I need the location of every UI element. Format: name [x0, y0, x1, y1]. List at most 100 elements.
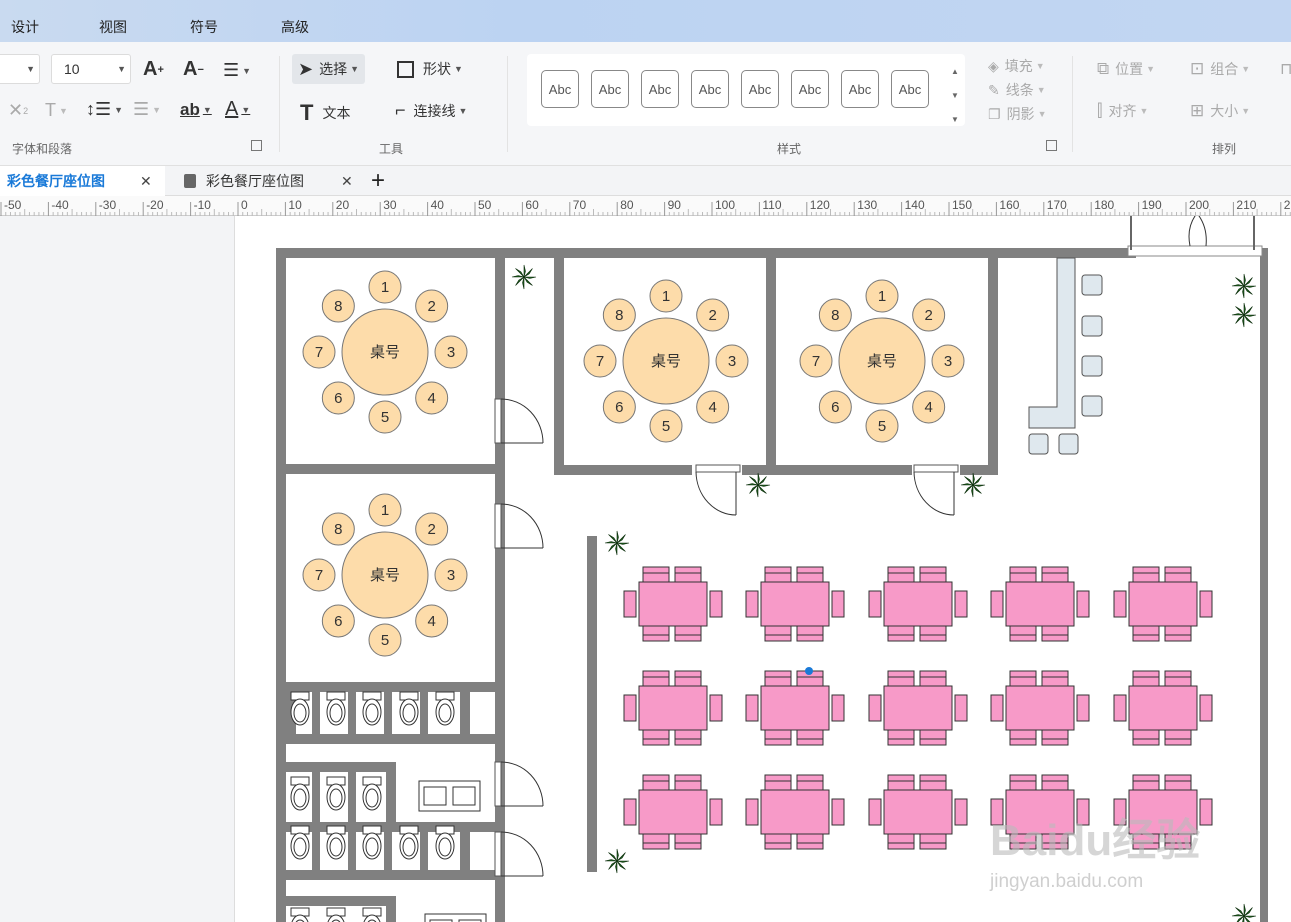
chair: [1076, 694, 1090, 722]
text-style-icon[interactable]: T ▼: [45, 100, 68, 121]
toilet-icon: [290, 691, 310, 726]
wall: [988, 258, 998, 475]
ruler-label: 120: [810, 198, 830, 212]
document-tab[interactable]: 彩色餐厅座位图 ✕: [170, 166, 365, 196]
menu-advanced[interactable]: 高级: [281, 17, 309, 37]
plant-leaf: [1242, 285, 1245, 299]
seat-number: 4: [427, 390, 435, 407]
chair: [1132, 566, 1160, 584]
font-family-select[interactable]: ▼: [0, 54, 40, 84]
table-top: [883, 789, 953, 835]
chair: [1009, 728, 1037, 746]
style-swatch[interactable]: Abc: [541, 70, 579, 108]
style-swatch[interactable]: Abc: [691, 70, 729, 108]
font-size-value: 10: [64, 61, 80, 77]
chair: [764, 832, 792, 850]
plant-leaf: [615, 542, 618, 556]
table-label: 桌号: [370, 344, 400, 361]
seat-number: 7: [315, 567, 323, 584]
toilet-seat: [402, 837, 416, 857]
size-button[interactable]: ⊞ 大小 ▼: [1190, 101, 1250, 121]
group-label-styles: 样式: [777, 142, 802, 156]
font-size-select[interactable]: 10 ▼: [51, 54, 131, 84]
ruler-label: 200: [1189, 198, 1209, 212]
plant-leaf: [522, 276, 525, 290]
subscript-icon[interactable]: ✕ 2: [8, 100, 28, 121]
align-text-icon[interactable]: ☰ ▼: [223, 60, 251, 81]
style-swatch[interactable]: Abc: [841, 70, 879, 108]
style-swatch[interactable]: Abc: [891, 70, 929, 108]
text-tool-icon: T: [300, 100, 314, 125]
line-button[interactable]: ✎ 线条 ▼: [988, 80, 1046, 100]
plant-leaf: [1243, 273, 1246, 287]
style-swatch[interactable]: Abc: [791, 70, 829, 108]
font-shrink-icon[interactable]: A −: [183, 58, 204, 81]
align-button[interactable]: ⫿ 对齐 ▼: [1097, 101, 1148, 121]
style-swatch[interactable]: Abc: [641, 70, 679, 108]
lock-icon[interactable]: ⊓: [1280, 59, 1291, 79]
toilet-seat: [402, 703, 416, 723]
toilet-icon: [362, 691, 382, 726]
table-label: 桌号: [370, 567, 400, 584]
style-swatch[interactable]: Abc: [591, 70, 629, 108]
chair: [1009, 670, 1037, 688]
font-color-icon[interactable]: A ▼: [225, 98, 250, 121]
ruler-label: 130: [857, 198, 877, 212]
chair: [745, 590, 759, 618]
wall: [420, 691, 428, 735]
group-divider: [1072, 56, 1073, 152]
toilet-seat: [438, 703, 452, 723]
table-top: [883, 581, 953, 627]
highlight-icon[interactable]: ab ▼: [180, 100, 212, 120]
shadow-button[interactable]: ❐ 阴影 ▼: [988, 104, 1046, 124]
line-spacing-icon[interactable]: ↕☰ ▼: [86, 99, 123, 120]
font-grow-icon[interactable]: A +: [143, 58, 164, 81]
toilet-icon: [399, 825, 419, 860]
plant-icon: [960, 472, 986, 498]
menu-view[interactable]: 视图: [99, 17, 127, 37]
text-tool-button[interactable]: T 文本: [300, 100, 350, 126]
chair: [642, 728, 670, 746]
ruler-label: 150: [952, 198, 972, 212]
chair: [1009, 774, 1037, 792]
round-table: 桌号 1 2 3 4 5 6 7 8: [302, 270, 468, 434]
plant-leaf: [616, 860, 630, 863]
chair: [990, 590, 1004, 618]
group-button[interactable]: ⊡ 组合 ▼: [1190, 59, 1250, 79]
position-button[interactable]: ⧉ 位置 ▼: [1097, 59, 1155, 79]
plant-leaf: [1243, 314, 1257, 317]
drawing-canvas[interactable]: 桌号 1 2 3 4 5 6 7 8 桌号 1 2 3 4 5 6 7 8 桌号 1 2 3 4 5 6 7 8 桌号 1 2 3 4 5 6 7 8…: [235, 216, 1291, 922]
connector-tool-button[interactable]: ⌐ 连接线 ▼: [395, 100, 467, 121]
plant-icon: [745, 472, 771, 498]
close-icon[interactable]: ✕: [140, 173, 152, 190]
dialog-launcher-icon[interactable]: [251, 140, 262, 151]
left-pane: [0, 216, 235, 922]
gallery-scroll[interactable]: ▲ ▼ ▼: [951, 60, 959, 132]
close-icon[interactable]: ✕: [341, 173, 353, 190]
style-gallery: Abc Abc Abc Abc Abc Abc Abc Abc ▲ ▼ ▼: [527, 54, 965, 126]
shape-tool-button[interactable]: 形状 ▼: [397, 59, 463, 79]
document-tab[interactable]: 彩色餐厅座位图 ✕: [0, 166, 165, 196]
style-swatch[interactable]: Abc: [741, 70, 779, 108]
door-frame: [695, 464, 741, 473]
ruler-label: 160: [999, 198, 1019, 212]
wall: [276, 248, 286, 922]
menu-design[interactable]: 设计: [11, 17, 39, 37]
table-label: 桌号: [867, 353, 897, 370]
fill-button[interactable]: ◈ 填充 ▼: [988, 56, 1045, 76]
ruler-label: 60: [525, 198, 539, 212]
seat-number: 4: [708, 399, 716, 416]
dialog-launcher-icon[interactable]: [1046, 140, 1057, 151]
ruler-label: -30: [99, 198, 117, 212]
seat-number: 3: [447, 344, 455, 361]
door-swing: [695, 471, 737, 516]
plant-icon: [1231, 273, 1257, 299]
list-icon[interactable]: ☰ ▼: [133, 99, 161, 120]
add-tab-icon[interactable]: +: [371, 166, 385, 196]
chair: [1113, 590, 1127, 618]
ruler-label: 80: [620, 198, 634, 212]
menu-symbol[interactable]: 符号: [190, 17, 218, 37]
seat-number: 3: [447, 567, 455, 584]
toilet-seat: [293, 703, 307, 723]
select-tool-button[interactable]: ➤ 选择 ▼: [292, 54, 366, 84]
